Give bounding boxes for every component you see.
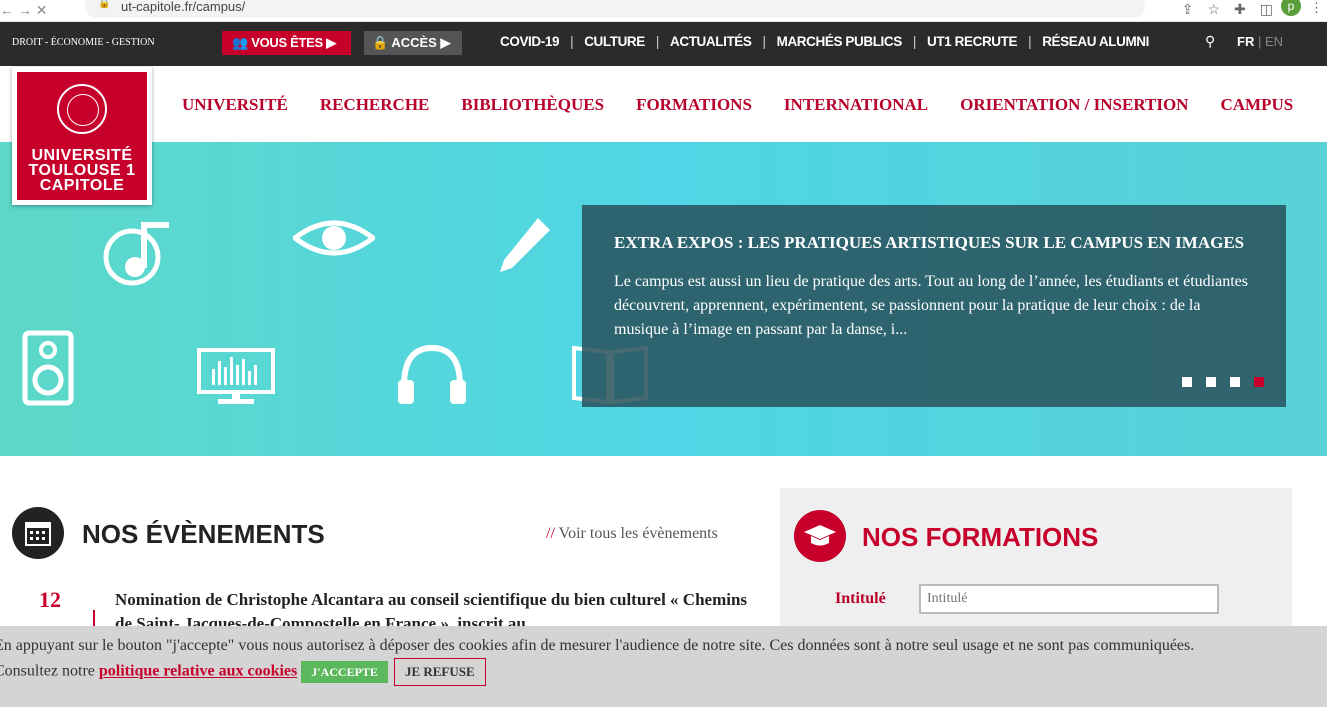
separator: | (570, 34, 574, 49)
music-note-icon (103, 222, 169, 286)
link-slashes: // (546, 525, 555, 542)
vous-etes-button[interactable]: 👥 VOUS ÊTES ▶ (222, 31, 351, 55)
vous-etes-label: VOUS ÊTES (251, 35, 323, 50)
intitule-input[interactable] (919, 584, 1219, 614)
graduation-cap-icon (794, 510, 846, 562)
search-icon[interactable]: ⚲ (1205, 33, 1215, 50)
nav-formations[interactable]: FORMATIONS (636, 95, 752, 115)
top-bar: DROIT - ÉCONOMIE - GESTION 👥 VOUS ÊTES ▶… (0, 22, 1327, 66)
speaker-icon (22, 330, 74, 406)
nav-international[interactable]: INTERNATIONAL (784, 95, 928, 115)
address-bar[interactable]: ut-capitole.fr/campus/ (85, 0, 1145, 18)
logo-line-3: CAPITOLE (39, 177, 125, 194)
nav-bibliotheques[interactable]: BIBLIOTHÈQUES (461, 95, 604, 115)
separator: | (912, 34, 917, 49)
all-events-link[interactable]: // Voir tous les évènements (546, 525, 718, 543)
cookie-banner: En appuyant sur le bouton "j'accepte" vo… (0, 626, 1327, 707)
slider-dot-4[interactable] (1254, 377, 1264, 387)
nav-universite[interactable]: UNIVERSITÉ (182, 95, 288, 115)
lock-icon: 🔒 (372, 35, 392, 50)
acces-label: ACCÈS (391, 35, 437, 50)
lang-fr[interactable]: FR (1237, 34, 1254, 49)
separator: | (655, 34, 660, 49)
toplink-reseau-alumni[interactable]: RÉSEAU ALUMNI (1042, 34, 1149, 49)
cookie-consult: Consultez notre (0, 662, 95, 680)
cookie-refuse-button[interactable]: JE REFUSE (393, 658, 486, 686)
main-nav: UNIVERSITÉ RECHERCHE BIBLIOTHÈQUES FORMA… (182, 95, 1325, 115)
intitule-label: Intitulé (835, 590, 886, 607)
slider-dot-2[interactable] (1206, 377, 1216, 387)
eye-icon (293, 220, 375, 256)
seal-icon (57, 84, 107, 134)
toplink-ut1-recrute[interactable]: UT1 RECRUTE (927, 34, 1018, 49)
separator: | (762, 34, 767, 49)
profile-avatar[interactable]: p (1281, 0, 1301, 16)
calendar-icon (12, 507, 64, 559)
formations-heading: NOS FORMATIONS (862, 522, 1099, 552)
lock-icon: 🔒 (98, 0, 111, 9)
toplink-marches-publics[interactable]: MARCHÉS PUBLICS (777, 34, 903, 49)
nav-recherche[interactable]: RECHERCHE (320, 95, 430, 115)
university-logo[interactable]: UNIVERSITÉ TOULOUSE 1 CAPITOLE (12, 67, 152, 205)
browser-menu-icon[interactable]: ⋮ (1310, 0, 1323, 16)
play-icon: ▶ (436, 35, 451, 50)
language-switch: FR | EN (1237, 34, 1283, 49)
toplink-culture[interactable]: CULTURE (584, 34, 645, 49)
acces-button[interactable]: 🔒 ACCÈS ▶ (364, 31, 462, 55)
logo-line-2: TOULOUSE 1 (28, 162, 136, 179)
toplink-actualites[interactable]: ACTUALITÉS (670, 34, 752, 49)
cookie-policy-link[interactable]: politique relative aux cookies (99, 663, 297, 680)
nav-campus[interactable]: CAMPUS (1220, 95, 1293, 115)
tagline: DROIT - ÉCONOMIE - GESTION (12, 37, 155, 48)
top-links: COVID-19 | CULTURE | ACTUALITÉS | MARCHÉS P… (500, 34, 1149, 49)
browser-extension-icons[interactable]: ⇪☆✚◫ (1182, 1, 1287, 18)
cookie-accept-button[interactable]: J'ACCEPTE (301, 661, 388, 683)
slide-caption[interactable]: EXTRA EXPOS : LES PRATIQUES ARTISTIQUES … (582, 205, 1286, 407)
toplink-covid[interactable]: COVID-19 (500, 34, 559, 49)
logo-block: UNIVERSITÉ TOULOUSE 1 CAPITOLE (17, 72, 147, 200)
logo-text: UNIVERSITÉ TOULOUSE 1 CAPITOLE (17, 147, 147, 194)
separator: | (1028, 34, 1032, 49)
slider-dot-1[interactable] (1182, 377, 1192, 387)
logo-line-1: UNIVERSITÉ (31, 147, 133, 164)
browser-nav-icons[interactable]: ← → ✕ (0, 2, 48, 19)
all-events-label: Voir tous les évènements (558, 525, 718, 542)
slide-title: EXTRA EXPOS : LES PRATIQUES ARTISTIQUES … (614, 233, 1245, 252)
browser-toolbar: ← → ✕ ut-capitole.fr/campus/ 🔒 ⇪☆✚◫ p ⋮ (0, 0, 1327, 22)
nav-orientation-insertion[interactable]: ORIENTATION / INSERTION (960, 95, 1188, 115)
audio-monitor-icon (197, 348, 275, 404)
slide-text: Le campus est aussi un lieu de pratique … (614, 273, 1248, 338)
people-icon: 👥 (232, 35, 252, 50)
slider-dots (1168, 377, 1264, 387)
play-icon: ▶ (322, 35, 336, 50)
headphones-icon (398, 344, 466, 404)
event-date-day: 12 (39, 587, 61, 612)
cookie-text: En appuyant sur le bouton "j'accepte" vo… (0, 637, 1195, 654)
lang-en[interactable]: EN (1265, 34, 1283, 49)
pencil-icon (500, 218, 550, 272)
slider-dot-3[interactable] (1230, 377, 1240, 387)
lang-separator: | (1254, 34, 1265, 49)
events-heading: NOS ÉVÈNEMENTS (82, 519, 325, 549)
